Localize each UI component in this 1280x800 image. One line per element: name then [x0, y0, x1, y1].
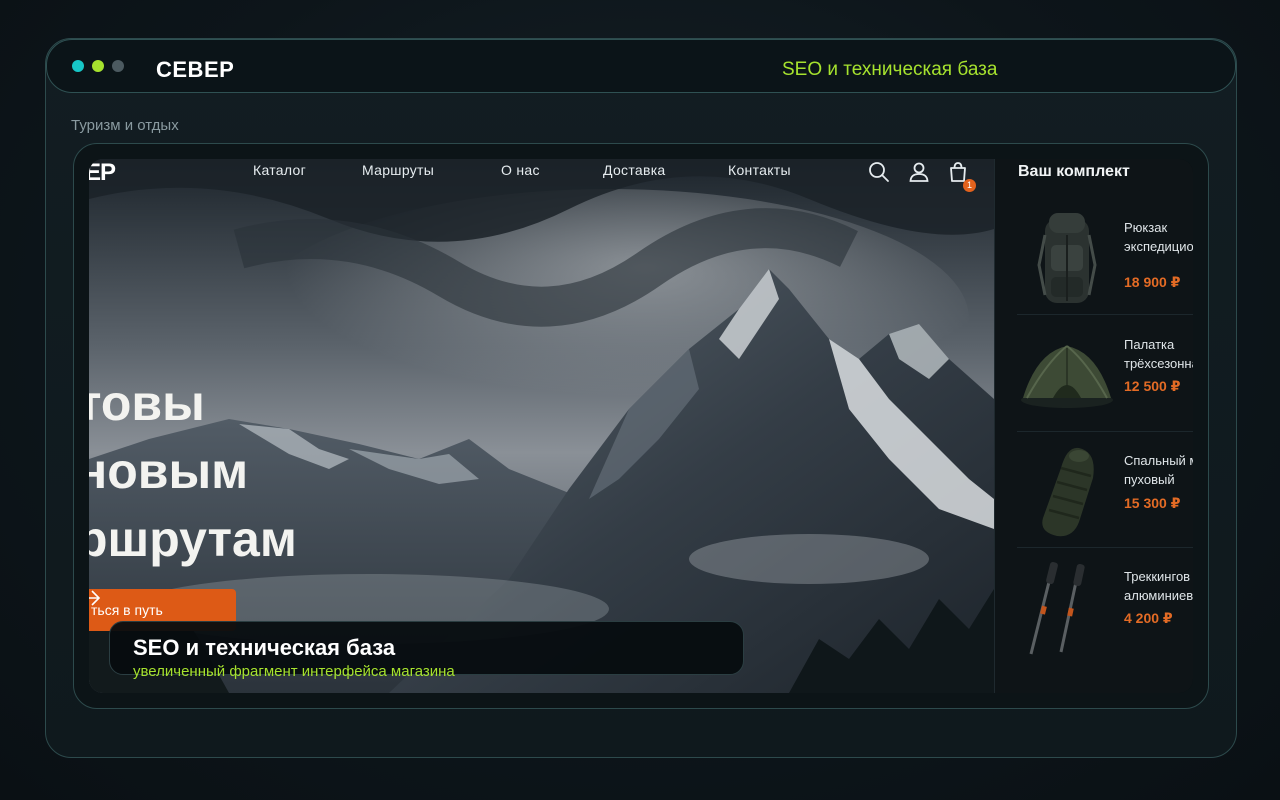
title-bar: СЕВЕР SEO и техническая база: [46, 39, 1236, 93]
user-icon[interactable]: [907, 160, 931, 184]
product-price: 18 900 ₽: [1124, 274, 1181, 290]
tent-image: [1021, 345, 1113, 408]
product-name-line1: Рюкзак: [1124, 220, 1168, 235]
product-name-line2: трёхсезонна: [1124, 356, 1193, 371]
window-dots: [72, 60, 124, 72]
cart-count-badge: 1: [963, 179, 976, 192]
product-name-line1: Палатка: [1124, 337, 1175, 352]
nav-item-delivery[interactable]: Доставка: [603, 162, 666, 178]
presentation-card: СЕВЕР SEO и техническая база Туризм и от…: [45, 38, 1237, 758]
store-screenshot: ЕР Каталог Маршруты О нас Доставка Конта…: [89, 159, 1193, 693]
search-icon[interactable]: [867, 160, 891, 184]
screenshot-frame: ЕР Каталог Маршруты О нас Доставка Конта…: [73, 143, 1209, 709]
product-name: Треккингов алюминиев: [1124, 567, 1193, 605]
nav-item-routes[interactable]: Маршруты: [362, 162, 434, 178]
product-card-poles[interactable]: Треккингов алюминиев 4 200 ₽: [1017, 548, 1193, 664]
nav-item-about[interactable]: О нас: [501, 162, 540, 178]
window-dot-cyan: [72, 60, 84, 72]
product-name: Спальный м пуховый: [1124, 451, 1193, 489]
nav-item-contacts[interactable]: Контакты: [728, 162, 791, 178]
product-price: 4 200 ₽: [1124, 610, 1173, 626]
product-price: 15 300 ₽: [1124, 495, 1181, 511]
product-name: Рюкзак экспедицион: [1124, 218, 1193, 256]
headline-line-1: товы: [89, 375, 205, 431]
product-name-line2: экспедицион: [1124, 239, 1193, 254]
caption-overlay: SEO и техническая база увеличенный фрагм…: [109, 621, 744, 680]
kit-panel: Ваш комплект Рюкзак экспедицион: [994, 159, 1193, 693]
nav-item-catalog[interactable]: Каталог: [253, 162, 306, 178]
caption-subtitle: увеличенный фрагмент интерфейса магазина: [133, 663, 455, 680]
sleeping-bag-image: [1042, 447, 1094, 537]
trekking-poles-image: [1029, 561, 1085, 655]
category-label: Туризм и отдых: [71, 117, 179, 134]
headline-line-3: ршрутам: [89, 511, 297, 567]
cta-label: ться в путь: [91, 602, 163, 618]
product-name-line1: Треккингов: [1124, 569, 1191, 584]
product-card-tent[interactable]: Палатка трёхсезонна 12 500 ₽: [1017, 316, 1193, 432]
product-name-line2: алюминиев: [1124, 588, 1193, 603]
product-price: 12 500 ₽: [1124, 378, 1181, 394]
top-nav: Каталог Маршруты О нас Доставка Контакты: [89, 160, 994, 192]
product-card-backpack[interactable]: Рюкзак экспедицион 18 900 ₽: [1017, 199, 1193, 315]
window-dot-green: [92, 60, 104, 72]
product-name-line2: пуховый: [1124, 472, 1175, 487]
caption-title: SEO и техническая база: [133, 635, 396, 660]
product-card-sleeping-bag[interactable]: Спальный м пуховый 15 300 ₽: [1017, 432, 1193, 548]
arrow-right-icon: [89, 590, 101, 606]
backpack-image: [1037, 213, 1097, 303]
product-name-line1: Спальный м: [1124, 453, 1193, 468]
panel-title: Ваш комплект: [1018, 163, 1130, 180]
hero-section: ЕР Каталог Маршруты О нас Доставка Конта…: [89, 159, 994, 693]
section-title: SEO и техническая база: [782, 59, 998, 80]
product-name: Палатка трёхсезонна: [1124, 335, 1193, 373]
window-dot-gray: [112, 60, 124, 72]
brand-title: СЕВЕР: [156, 57, 235, 82]
headline-line-2: новым: [89, 443, 249, 499]
hero-headline: товы новым ршрутам: [89, 369, 297, 573]
